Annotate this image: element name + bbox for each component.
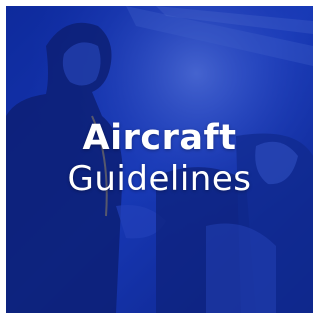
tile-title-line1: Aircraft [82,118,237,158]
tile-title-line2: Guidelines [67,159,252,199]
aircraft-guidelines-tile[interactable]: Aircraft Guidelines [6,6,313,313]
tile-caption: Aircraft Guidelines [6,118,313,200]
